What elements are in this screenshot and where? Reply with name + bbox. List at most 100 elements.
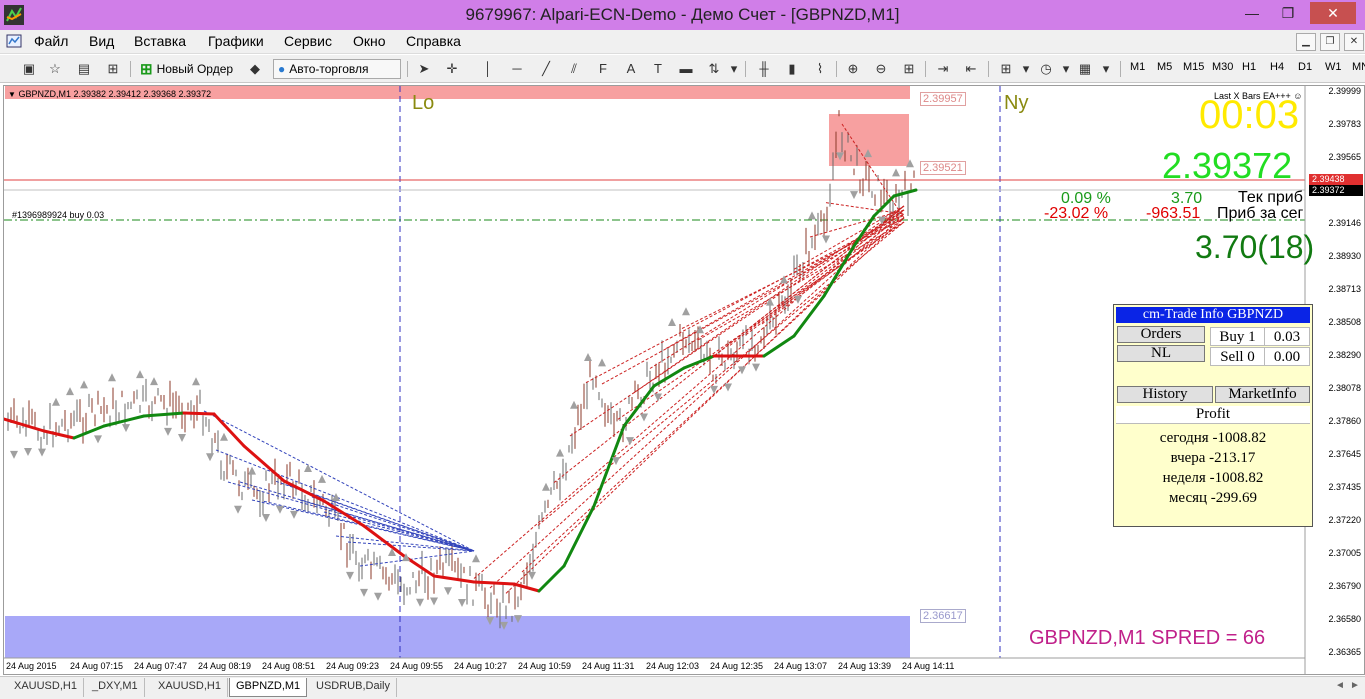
zoom-in-icon[interactable]: ⊕ — [844, 60, 862, 78]
ma-segment — [4, 417, 46, 433]
orders-button[interactable]: Orders — [1117, 326, 1205, 343]
tabs-scroll-right-icon[interactable]: ► — [1350, 680, 1360, 691]
time-axis-label: 24 Aug 09:23 — [326, 661, 380, 671]
time-axis-label: 24 Aug 11:31 — [582, 661, 635, 671]
fan-line-red — [601, 217, 905, 385]
menu-tools[interactable]: Сервис — [284, 33, 332, 49]
tab-gbpnzd-m1[interactable]: GBPNZD,M1 — [229, 678, 308, 697]
box-label-top: 2.39957 — [920, 92, 966, 106]
timeframe-m1[interactable]: M1 — [1130, 61, 1145, 73]
price-axis-label: 2.38290 — [1328, 350, 1361, 360]
market-watch-icon[interactable]: ▤ — [75, 60, 93, 78]
fractal-arrow — [248, 466, 256, 475]
chart-area[interactable]: ▼ GBPNZD,M1 2.39382 2.39412 2.39368 2.39… — [3, 85, 1365, 675]
marketinfo-button[interactable]: MarketInfo — [1215, 386, 1310, 403]
indicators-icon[interactable]: ⊞ — [997, 60, 1015, 78]
auto-trading-button[interactable]: ● Авто-торговля — [273, 59, 401, 79]
menu-help[interactable]: Справка — [406, 33, 461, 49]
timeframe-h4[interactable]: H4 — [1270, 61, 1284, 73]
new-order-button[interactable]: ⊞ Новый Ордер — [140, 59, 233, 79]
candlesticks-icon[interactable]: ▮ — [783, 60, 801, 78]
menu-insert[interactable]: Вставка — [134, 33, 186, 49]
time-axis-label: 24 Aug 09:55 — [390, 661, 444, 671]
menu-file[interactable]: Файл — [34, 33, 68, 49]
timeframe-h1[interactable]: H1 — [1242, 61, 1256, 73]
tabs-scroll-left-icon[interactable]: ◄ — [1335, 680, 1345, 691]
mdi-restore-button[interactable]: ❐ — [1320, 33, 1340, 51]
timeframe-mn[interactable]: MN — [1352, 61, 1365, 73]
fractal-arrow — [164, 427, 172, 436]
templates-dropdown-icon[interactable]: ▾ — [1097, 60, 1115, 78]
tab-dxy-m1[interactable]: _DXY,M1 — [86, 678, 145, 697]
indicators-dropdown-icon[interactable]: ▾ — [1017, 60, 1035, 78]
autoscroll-icon[interactable]: ⇥ — [934, 60, 952, 78]
chart-window-icon[interactable] — [6, 33, 22, 49]
chart-shift-icon[interactable]: ⇤ — [962, 60, 980, 78]
data-window-icon[interactable]: ⊞ — [104, 60, 122, 78]
menu-window[interactable]: Окно — [353, 33, 386, 49]
fractal-arrow — [304, 463, 312, 472]
line-chart-icon[interactable]: ⌇ — [811, 60, 829, 78]
close-button[interactable]: ✕ — [1310, 2, 1356, 24]
fractal-arrow — [150, 377, 158, 386]
nl-button[interactable]: NL — [1117, 345, 1205, 362]
text-icon[interactable]: A — [622, 60, 640, 78]
trend-line-icon[interactable]: ╱ — [537, 60, 555, 78]
fractal-arrow — [234, 505, 242, 514]
trendline-fans — [203, 123, 905, 594]
fibonacci-icon[interactable]: F — [594, 60, 612, 78]
metaeditor-icon[interactable]: ◆ — [246, 60, 264, 78]
crosshair-icon[interactable]: ✛ — [443, 60, 461, 78]
menu-charts[interactable]: Графики — [208, 33, 264, 49]
fractal-arrow — [24, 447, 32, 456]
plus-icon: ⊞ — [140, 61, 153, 78]
price-axis-label: 2.37435 — [1328, 482, 1361, 492]
spread-label: GBPNZD,M1 SPRED = 66 — [1029, 627, 1266, 649]
timeframe-m30[interactable]: M30 — [1212, 61, 1233, 73]
timeframe-m5[interactable]: M5 — [1157, 61, 1172, 73]
profit-header: Profit — [1195, 406, 1231, 422]
trade-info-panel: cm-Trade Info GBPNZD Orders NL Buy 1 0.0… — [1113, 304, 1313, 527]
equidistant-channel-icon[interactable]: ⫽ — [565, 60, 583, 78]
ohlc-readout: GBPNZD,M1 2.39382 2.39412 2.39368 2.3937… — [18, 89, 212, 99]
tile-windows-icon[interactable]: ⊞ — [900, 60, 918, 78]
fan-line-red — [713, 205, 905, 357]
timeframe-m15[interactable]: M15 — [1183, 61, 1204, 73]
fractal-arrow — [346, 571, 354, 580]
tab-xauusd-h1[interactable]: XAUUSD,H1 — [8, 678, 84, 697]
tab-xauusd-h1-2[interactable]: XAUUSD,H1 — [152, 678, 228, 697]
rectangle-icon[interactable]: ▬ — [677, 60, 695, 78]
price-axis-label: 2.39999 — [1328, 86, 1361, 96]
timeframe-w1[interactable]: W1 — [1325, 61, 1342, 73]
price-axis-label: 2.37645 — [1328, 449, 1361, 459]
periods-clock-icon[interactable]: ◷ — [1037, 60, 1055, 78]
sell-lots-value: 0.00 — [1264, 347, 1310, 366]
zoom-out-icon[interactable]: ⊖ — [872, 60, 890, 78]
cursor-icon[interactable]: ➤ — [415, 60, 433, 78]
arrows-dropdown-icon[interactable]: ▾ — [725, 60, 743, 78]
tab-usdrub-daily[interactable]: USDRUB,Daily — [310, 678, 397, 697]
sell-label: Sell 0 — [1210, 347, 1265, 366]
panel-title: cm-Trade Info GBPNZD — [1116, 307, 1310, 323]
timeframe-d1[interactable]: D1 — [1298, 61, 1312, 73]
bar-chart-icon[interactable]: ╫ — [755, 60, 773, 78]
maximize-button[interactable]: ❐ — [1273, 2, 1303, 24]
time-axis-label: 24 Aug 10:27 — [454, 661, 508, 671]
periods-dropdown-icon[interactable]: ▾ — [1057, 60, 1075, 78]
menu-view[interactable]: Вид — [89, 33, 114, 49]
templates-icon[interactable]: ▦ — [1076, 60, 1094, 78]
history-button[interactable]: History — [1117, 386, 1213, 403]
arrows-icon[interactable]: ⇅ — [705, 60, 723, 78]
fractal-arrow — [654, 393, 662, 402]
fractal-arrow — [542, 482, 550, 491]
mdi-close-button[interactable]: ✕ — [1344, 33, 1364, 51]
vertical-line-icon[interactable]: │ — [479, 60, 497, 78]
profiles-icon[interactable]: ☆ — [46, 60, 64, 78]
new-chart-icon[interactable]: ▣ — [20, 60, 38, 78]
minimize-button[interactable]: — — [1237, 2, 1267, 24]
text-label-icon[interactable]: T — [649, 60, 667, 78]
horizontal-line-icon[interactable]: ─ — [508, 60, 526, 78]
profit-month: месяц -299.69 — [1168, 490, 1258, 506]
mdi-minimize-button[interactable]: ▁ — [1296, 33, 1316, 51]
price-axis-label: 2.37220 — [1328, 515, 1361, 525]
